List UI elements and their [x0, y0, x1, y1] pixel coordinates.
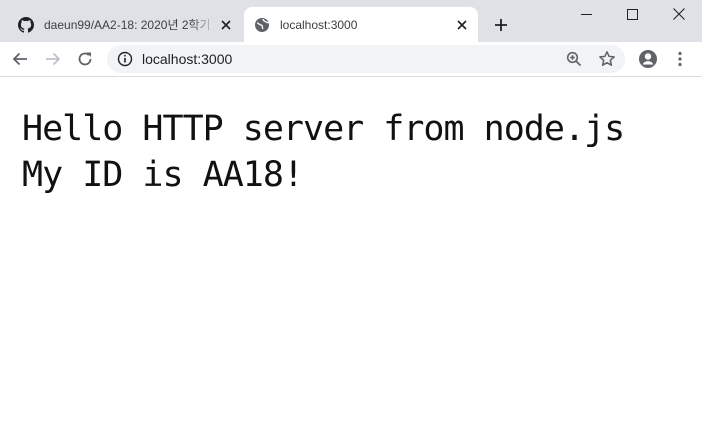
tab-title: daeun99/AA2-18: 2020년 2학기 [44, 18, 211, 32]
url-text[interactable]: localhost:3000 [142, 51, 232, 67]
page-content: Hello HTTP server from node.js My ID is … [0, 78, 702, 446]
github-icon [18, 16, 34, 33]
text-line-1: Hello HTTP server from node.js [22, 109, 625, 149]
minimize-button[interactable] [563, 0, 609, 28]
window-close-button[interactable] [656, 0, 702, 28]
profile-avatar-icon[interactable] [634, 45, 662, 73]
back-button[interactable] [6, 45, 34, 73]
close-tab-icon[interactable] [452, 15, 472, 35]
bookmark-star-icon[interactable] [598, 50, 616, 68]
new-tab-button[interactable] [489, 13, 513, 37]
tab-github[interactable]: daeun99/AA2-18: 2020년 2학기 [8, 7, 242, 42]
reload-button[interactable] [71, 45, 99, 73]
info-icon[interactable] [117, 51, 133, 67]
close-tab-icon[interactable] [216, 15, 236, 35]
zoom-icon[interactable] [566, 51, 582, 67]
tab-strip: daeun99/AA2-18: 2020년 2학기 localhost:3000 [0, 0, 702, 42]
tab-localhost[interactable]: localhost:3000 [244, 7, 478, 42]
browser-toolbar: localhost:3000 [0, 42, 702, 77]
tab-title: localhost:3000 [280, 17, 358, 32]
maximize-button[interactable] [609, 0, 655, 28]
address-bar[interactable]: localhost:3000 [107, 45, 625, 73]
globe-icon [254, 17, 270, 33]
page-text: Hello HTTP server from node.js My ID is … [22, 106, 625, 198]
menu-kebab-icon[interactable] [666, 45, 694, 73]
text-line-2: My ID is AA18! [22, 155, 304, 195]
forward-button[interactable] [39, 45, 67, 73]
